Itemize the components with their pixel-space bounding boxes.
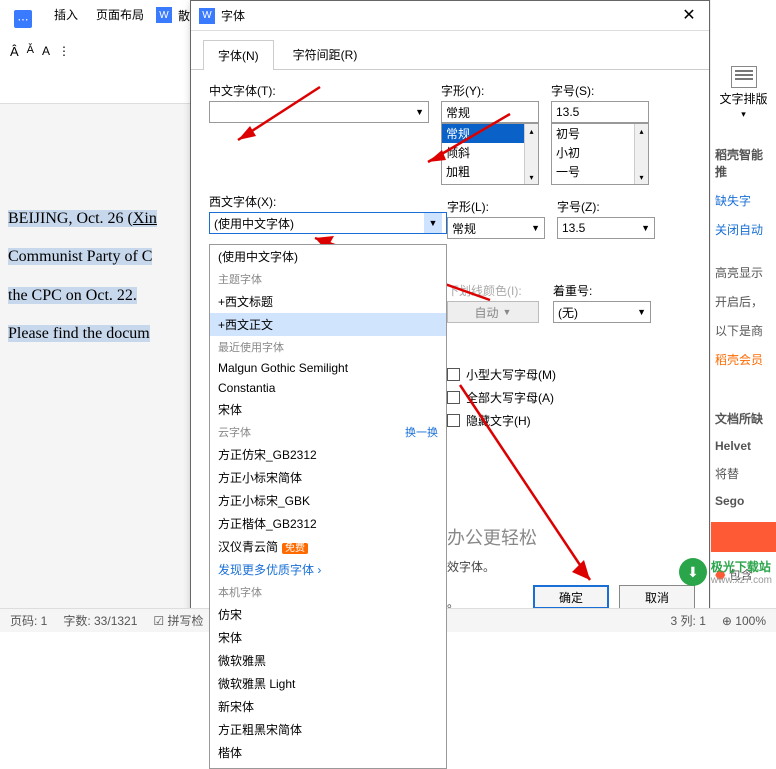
missing-link[interactable]: 缺失字 (711, 186, 776, 215)
font-up-icon[interactable]: Â (10, 44, 19, 97)
font-option[interactable]: +西文标题 (210, 290, 446, 313)
action-button[interactable] (711, 522, 776, 552)
font-option[interactable]: 宋体 (210, 626, 446, 649)
font-option[interactable]: 微软雅黑 Light (210, 672, 446, 695)
replace-text: 将替 (711, 459, 776, 488)
status-page: 页码: 1 (10, 612, 47, 629)
chevron-down-icon: ▼ (424, 213, 442, 233)
checkbox-allcaps[interactable] (447, 391, 460, 404)
font-option[interactable]: 新宋体 (210, 695, 446, 718)
tab-font[interactable]: 字体(N) (203, 40, 274, 70)
label-style2: 字形(L): (447, 198, 545, 215)
checkbox-smallcaps[interactable] (447, 368, 460, 381)
chevron-down-icon: ▼ (415, 107, 424, 117)
status-col: 3 列: 1 (671, 612, 706, 629)
doc-icon: W (156, 7, 172, 23)
close-auto-link[interactable]: 关闭自动 (711, 215, 776, 244)
size-listbox[interactable]: 初号 小初 一号 ▴▾ (551, 123, 649, 185)
size2-select[interactable]: 13.5▼ (557, 217, 655, 239)
scroll-down-icon[interactable]: ▾ (635, 170, 648, 184)
font-group-header: 本机字体 (210, 581, 446, 603)
font-option[interactable]: 方正粗黑宋简体 (210, 718, 446, 741)
label-size: 字号(S): (551, 82, 649, 99)
checkbox-hidden[interactable] (447, 414, 460, 427)
scroll-up-icon[interactable]: ▴ (525, 124, 538, 138)
ok-button[interactable]: 确定 (533, 585, 609, 609)
underline-color-select: 自动▼ (447, 301, 539, 323)
font-group-header: 云字体换一换 (210, 421, 446, 443)
dialog-title: 字体 (221, 7, 245, 24)
status-words: 字数: 33/1321 (63, 612, 137, 629)
watermark-icon: ⬇ (679, 558, 707, 586)
dialog-icon: W (199, 8, 215, 24)
font-option[interactable]: 宋体 (210, 398, 446, 421)
status-zoom[interactable]: ⊕ 100% (722, 614, 766, 628)
label-smallcaps: 小型大写字母(M) (466, 366, 556, 383)
label-emphasis: 着重号: (553, 282, 651, 299)
doc-missing-title: 文档所缺 (711, 404, 776, 433)
after-open-text: 开启后， (711, 287, 776, 316)
status-spellcheck[interactable]: ☑ 拼写检 (153, 612, 203, 629)
discover-more-link[interactable]: 发现更多优质字体 › (210, 558, 446, 581)
style-listbox[interactable]: 常规 倾斜 加粗 ▴▾ (441, 123, 539, 185)
label-size2: 字号(Z): (557, 198, 655, 215)
member-link[interactable]: 稻壳会员 (711, 345, 776, 374)
typeset-icon[interactable] (731, 66, 757, 88)
cancel-button[interactable]: 取消 (619, 585, 695, 609)
helvet-text: Helvet (711, 433, 776, 459)
typeset-label: 文字排版 (719, 90, 767, 107)
swap-link[interactable]: 换一换 (405, 424, 438, 440)
smart-title: 稻壳智能推 (711, 140, 776, 186)
label-underline-color: 下划线颜色(I): (447, 282, 539, 299)
document-body[interactable]: BEIJING, Oct. 26 (Xin Communist Party of… (8, 200, 208, 354)
free-badge: 免费 (282, 543, 308, 554)
label-allcaps: 全部大写字母(A) (466, 389, 554, 406)
highlight-text: 高亮显示 (711, 258, 776, 287)
label-cn-font: 中文字体(T): (209, 82, 429, 99)
font-group-header: 最近使用字体 (210, 336, 446, 358)
ribbon-tab[interactable]: 页面布局 (96, 6, 144, 32)
font-dialog: W 字体 ✕ 字体(N) 字符间距(R) 中文字体(T): ▼ 字形(Y): 常… (190, 0, 710, 620)
ribbon-tab[interactable]: 插入 (54, 6, 78, 32)
font-option[interactable]: Constantia (210, 378, 446, 398)
font-option[interactable]: 汉仪青云简免费 (210, 535, 446, 558)
font-option[interactable]: (使用中文字体) (210, 245, 446, 268)
scroll-down-icon[interactable]: ▾ (525, 170, 538, 184)
size-input[interactable] (551, 101, 649, 123)
font-option[interactable]: 仿宋 (210, 603, 446, 626)
font-option[interactable]: Malgun Gothic Semilight (210, 358, 446, 378)
label-style: 字形(Y): (441, 82, 539, 99)
font-option[interactable]: 方正楷体_GB2312 (210, 512, 446, 535)
style2-select[interactable]: 常规▼ (447, 217, 545, 239)
font-option[interactable]: 方正小标宋_GBK (210, 489, 446, 512)
sego-text: Sego (711, 488, 776, 514)
font-group-header: 主题字体 (210, 268, 446, 290)
label-hidden: 隐藏文字(H) (466, 412, 531, 429)
font-option[interactable]: 方正仿宋_GB2312 (210, 443, 446, 466)
font-option[interactable]: +西文正文 (210, 313, 446, 336)
close-button[interactable]: ✕ (669, 1, 709, 29)
font-option[interactable]: 楷体 (210, 741, 446, 764)
western-font-select[interactable]: (使用中文字体) ▼ (209, 212, 447, 234)
emphasis-select[interactable]: (无)▼ (553, 301, 651, 323)
western-font-dropdown[interactable]: (使用中文字体) 主题字体 +西文标题 +西文正文 最近使用字体 Malgun … (209, 244, 447, 769)
style-input[interactable] (441, 101, 539, 123)
scroll-up-icon[interactable]: ▴ (635, 124, 648, 138)
font-option[interactable]: 方正小标宋简体 (210, 466, 446, 489)
below-text: 以下是商 (711, 316, 776, 345)
cn-font-select[interactable]: ▼ (209, 101, 429, 123)
preview-note: 效字体。 (447, 558, 495, 575)
format-icon[interactable]: ⋮ (58, 44, 70, 97)
watermark: ⬇ 极光下载站 www.xz7.com (679, 558, 772, 586)
preview-text: 办公更轻松 (447, 524, 537, 550)
font-style-icon[interactable]: A (42, 44, 50, 97)
tab-spacing[interactable]: 字符间距(R) (278, 39, 373, 69)
app-icon: ⋯ (14, 10, 32, 28)
font-option[interactable]: 微软雅黑 (210, 649, 446, 672)
font-down-icon[interactable]: Ǎ (27, 44, 34, 97)
